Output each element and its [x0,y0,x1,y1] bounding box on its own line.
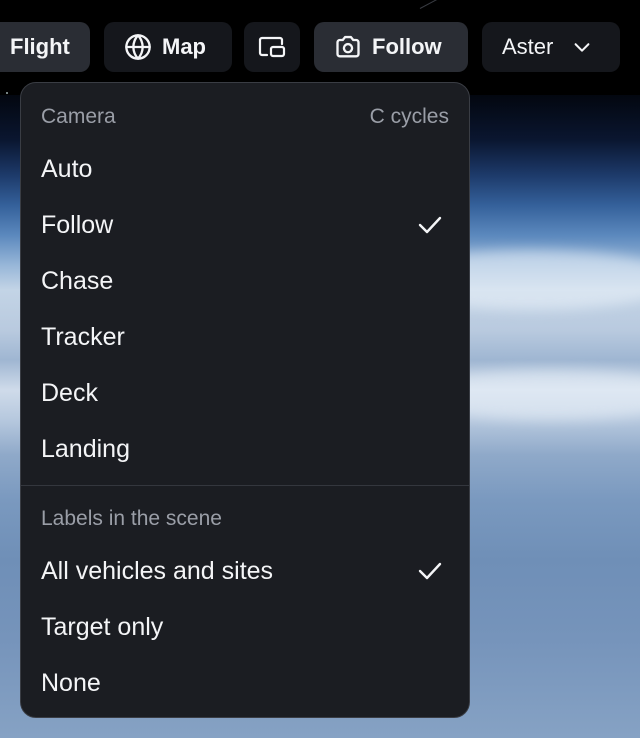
labels-option-all[interactable]: All vehicles and sites [21,543,469,599]
menu-item-label: Follow [41,210,114,239]
labels-option-target-only[interactable]: Target only [21,599,469,655]
menu-item-label: Target only [41,612,164,641]
map-label: Map [162,34,206,59]
flight-label: Flight [10,34,70,59]
labels-option-none[interactable]: None [21,655,469,711]
camera-option-follow[interactable]: Follow [21,197,469,253]
checkmark-icon [417,214,443,236]
menu-item-label: None [41,668,101,697]
chevron-down-icon [571,36,593,58]
menu-item-label: Deck [41,378,98,407]
picture-in-picture-icon [257,34,287,60]
menu-item-label: All vehicles and sites [41,556,274,585]
camera-mode-label: Follow [372,34,442,59]
checkmark-icon [417,560,443,582]
vehicle-select-button[interactable]: Aster [482,22,620,72]
menu-item-label: Tracker [41,322,125,351]
menu-item-label: Landing [41,434,130,463]
vehicle-select-label: Aster [502,34,554,59]
camera-section-header: Camera C cycles [41,102,449,132]
labels-header-label: Labels in the scene [41,507,222,530]
camera-mode-button[interactable]: Follow [314,22,468,72]
camera-menu: Camera C cycles Auto Follow Chase Tracke… [20,82,470,718]
globe-icon [124,33,152,61]
flight-button[interactable]: Flight [0,22,90,72]
camera-option-tracker[interactable]: Tracker [21,309,469,365]
star [6,92,8,94]
flight-scene-background: Flight Map Follow Aster Camera C cycles … [0,0,640,738]
camera-header-hint: C cycles [369,105,449,128]
menu-divider [21,485,469,486]
camera-option-landing[interactable]: Landing [21,421,469,477]
map-button[interactable]: Map [104,22,232,72]
camera-option-auto[interactable]: Auto [21,141,469,197]
menu-item-label: Auto [41,154,93,183]
camera-icon [334,34,362,60]
camera-header-label: Camera [41,105,116,128]
picture-in-picture-button[interactable] [244,22,300,72]
camera-option-deck[interactable]: Deck [21,365,469,421]
menu-item-label: Chase [41,266,114,295]
labels-section-header: Labels in the scene [41,504,449,534]
camera-option-chase[interactable]: Chase [21,253,469,309]
